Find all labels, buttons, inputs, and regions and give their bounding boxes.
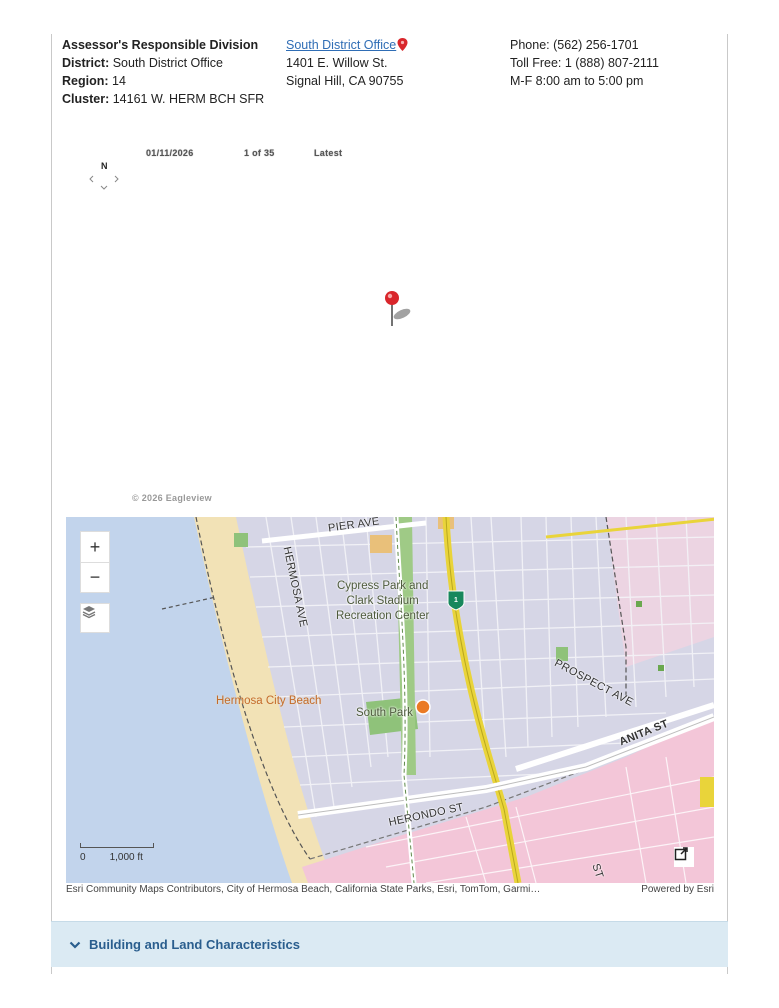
cluster-value: 14161 W. HERM BCH SFR — [112, 92, 265, 106]
section-title: Building and Land Characteristics — [89, 937, 300, 952]
route-shield-text: 1 — [454, 597, 458, 604]
office-hours: M-F 8:00 am to 5:00 pm — [510, 74, 644, 88]
oblique-imagery-viewer[interactable]: N 01/11/2026 1 of 35 Latest © 2026 Eagle… — [62, 140, 722, 510]
map-scale: 0 1,000 ft — [80, 843, 154, 863]
map-attribution: Esri Community Maps Contributors, City o… — [66, 884, 714, 895]
label-south-park: South Park — [356, 707, 413, 719]
toll-free-number: Toll Free: 1 (888) 807-2111 — [510, 56, 659, 70]
attribution-text: Esri Community Maps Contributors, City o… — [66, 884, 541, 895]
cluster-label: Cluster: — [62, 92, 110, 106]
office-address-line2: Signal Hill, CA 90755 — [286, 74, 404, 88]
district-label: District: — [62, 56, 110, 70]
assessor-division-block: Assessor's Responsible Division District… — [62, 36, 264, 108]
subject-property-marker[interactable] — [415, 699, 431, 715]
chevron-down-icon — [69, 941, 81, 949]
layers-icon — [82, 606, 96, 619]
powered-by-esri[interactable]: Powered by Esri — [641, 884, 714, 895]
open-map-button[interactable] — [674, 847, 694, 867]
parcel-map[interactable]: 1 PIER AVE HERMOSA AVE Cypress Park and … — [66, 517, 714, 883]
zoom-out-button[interactable]: − — [81, 562, 109, 592]
content-border-right — [727, 34, 728, 974]
content-border-left — [51, 34, 52, 974]
zoom-controls: + − — [80, 531, 110, 593]
scale-zero: 0 — [80, 852, 86, 863]
map-pin-icon[interactable] — [397, 38, 408, 51]
compass-label: N — [101, 161, 108, 171]
compass-control[interactable]: N — [88, 160, 124, 190]
scale-label: 1,000 ft — [109, 852, 143, 863]
location-pin-icon — [385, 291, 411, 326]
region-value: 14 — [112, 74, 126, 88]
region-label: Region: — [62, 74, 109, 88]
compass-icon: N — [89, 161, 119, 190]
imagery-count: 1 of 35 — [244, 148, 275, 158]
label-cypress-park: Cypress Park and Clark Stadium Recreatio… — [336, 580, 430, 622]
division-heading: Assessor's Responsible Division — [62, 38, 259, 52]
building-land-section-toggle[interactable]: Building and Land Characteristics — [51, 921, 728, 967]
zoom-in-button[interactable]: + — [81, 532, 109, 562]
route-1-shield: 1 — [447, 590, 465, 611]
latest-button[interactable]: Latest — [314, 148, 342, 158]
label-hermosa-city-beach: Hermosa City Beach — [216, 695, 322, 707]
layers-button[interactable] — [80, 603, 110, 633]
district-value: South District Office — [112, 56, 223, 70]
office-address-block: South District Office 1401 E. Willow St.… — [286, 36, 408, 90]
office-address-line1: 1401 E. Willow St. — [286, 56, 388, 70]
scale-bar — [80, 843, 154, 848]
phone-number: Phone: (562) 256-1701 — [510, 38, 639, 52]
eagleview-copyright: © 2026 Eagleview — [132, 493, 212, 503]
imagery-date[interactable]: 01/11/2026 — [146, 148, 194, 158]
office-link[interactable]: South District Office — [286, 38, 396, 52]
contact-block: Phone: (562) 256-1701 Toll Free: 1 (888)… — [510, 36, 659, 90]
external-link-icon — [674, 847, 688, 861]
